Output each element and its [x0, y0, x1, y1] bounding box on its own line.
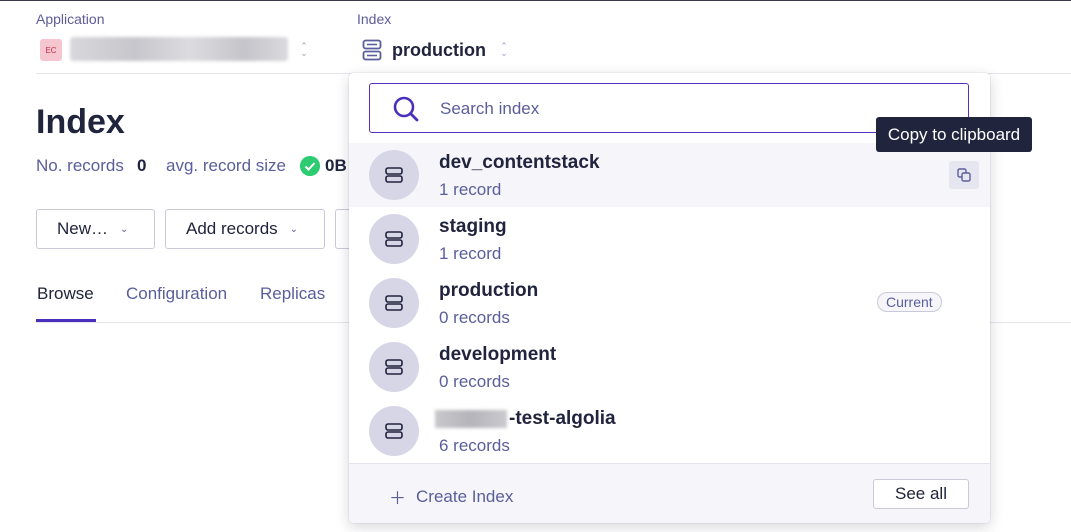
application-selector-icon[interactable]: ⌃ ⌄: [300, 42, 308, 59]
check-icon: [300, 156, 320, 176]
records-label: No. records: [36, 156, 124, 175]
index-item-count: 1 record: [439, 244, 502, 263]
page-title: Index: [36, 103, 125, 141]
database-icon: [385, 423, 403, 439]
create-index-label: Create Index: [416, 486, 514, 506]
application-name-redacted[interactable]: [70, 37, 288, 61]
chevron-down-icon: ⌄: [289, 223, 299, 235]
index-avatar: [369, 150, 419, 200]
index-label: Index: [357, 11, 392, 27]
see-all-button[interactable]: See all: [873, 479, 969, 509]
index-item-count: 0 records: [439, 308, 510, 327]
index-avatar: [369, 406, 419, 456]
index-item-name: -test-algolia: [509, 408, 616, 429]
plus-icon: ＋: [389, 489, 406, 508]
index-item-development[interactable]: development 0 records: [349, 335, 990, 399]
records-value: 0: [137, 156, 147, 175]
copy-tooltip: Copy to clipboard: [876, 117, 1032, 152]
search-icon: [393, 96, 419, 122]
copy-button[interactable]: [949, 161, 979, 189]
tab-browse[interactable]: Browse: [37, 284, 94, 304]
add-records-label: Add records: [186, 219, 278, 238]
app-avatar: EC: [40, 39, 62, 61]
avg-size-value: 0B: [325, 156, 347, 175]
database-icon: [385, 359, 403, 375]
index-avatar: [369, 214, 419, 264]
database-icon: [362, 39, 382, 61]
index-item-production[interactable]: production 0 records Current: [349, 271, 990, 335]
index-item-test-algolia[interactable]: -test-algolia 6 records: [349, 399, 990, 463]
current-badge: Current: [877, 292, 942, 312]
index-item-name: dev_contentstack: [439, 152, 600, 173]
index-item-name: staging: [439, 216, 507, 237]
index-item-count: 0 records: [439, 372, 510, 391]
index-item-dev-contentstack[interactable]: dev_contentstack 1 record: [349, 143, 990, 207]
database-icon: [385, 231, 403, 247]
add-records-button[interactable]: Add records ⌄: [165, 209, 325, 249]
chevron-down-icon: ⌄: [120, 223, 129, 235]
application-label: Application: [36, 11, 105, 27]
index-item-count: 1 record: [439, 180, 502, 199]
tab-replicas[interactable]: Replicas: [260, 284, 325, 304]
index-item-name: production: [439, 280, 539, 301]
new-button[interactable]: New… ⌄: [36, 209, 155, 249]
create-index-link[interactable]: ＋ Create Index: [389, 484, 513, 509]
avg-size-label: avg. record size: [166, 156, 286, 175]
index-name-redacted: [435, 410, 507, 428]
index-avatar: [369, 342, 419, 392]
database-icon: [385, 167, 403, 183]
index-avatar: [369, 278, 419, 328]
index-item-name: development: [439, 344, 557, 365]
index-selector-value[interactable]: production: [392, 40, 486, 61]
database-icon: [385, 295, 403, 311]
tab-configuration[interactable]: Configuration: [126, 284, 227, 304]
index-item-staging[interactable]: staging 1 record: [349, 207, 990, 271]
search-input[interactable]: [440, 94, 940, 124]
index-selector-icon[interactable]: ⌃ ⌄: [500, 42, 508, 59]
index-item-count: 6 records: [439, 436, 510, 455]
new-button-label: New…: [57, 219, 109, 238]
copy-icon: [957, 168, 971, 182]
dropdown-footer: ＋ Create Index See all: [349, 463, 990, 523]
